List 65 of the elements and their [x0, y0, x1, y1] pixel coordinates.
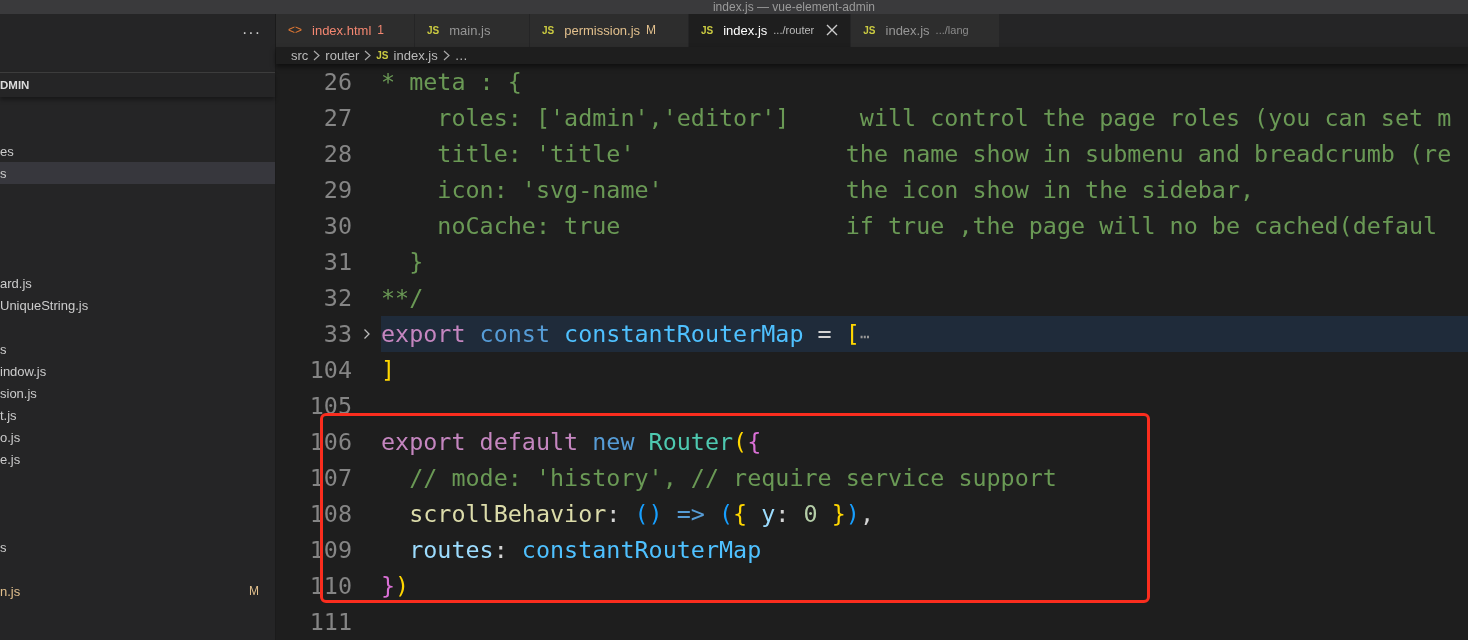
- chevron-right-icon: [442, 49, 450, 61]
- code-line: }): [381, 572, 410, 600]
- line-number: 29: [322, 176, 352, 204]
- more-actions-button[interactable]: ···: [242, 24, 261, 42]
- line-number: 105: [308, 392, 352, 420]
- code-line: // mode: 'history', // require service support: [408, 464, 1057, 492]
- js-file-icon: JS: [427, 24, 440, 36]
- git-status-label: M: [249, 584, 259, 598]
- line-number: 33: [322, 320, 352, 348]
- file-tree-item[interactable]: e.js: [0, 448, 275, 470]
- file-tree-item[interactable]: s: [0, 338, 275, 360]
- code-line: icon: 'svg-name' the icon show in the sidebar,: [436, 176, 1255, 204]
- line-number: 27: [322, 104, 352, 132]
- line-number: 30: [322, 212, 352, 240]
- code-line: }: [408, 248, 424, 276]
- window-title: index.js — vue-element-admin: [712, 1, 876, 14]
- code-line: scrollBehavior: () => ({ y: 0 }),: [408, 500, 874, 528]
- file-tree-item[interactable]: o.js: [0, 426, 275, 448]
- js-file-icon: JS: [863, 24, 876, 36]
- chevron-right-icon: [364, 49, 372, 61]
- editor-tab[interactable]: JS permission.js M: [530, 14, 689, 47]
- file-tree-item[interactable]: UniqueString.js: [0, 294, 275, 316]
- js-file-icon: JS: [701, 24, 714, 36]
- chevron-right-icon: [313, 49, 321, 61]
- code-line: * meta : {: [381, 68, 522, 96]
- line-number: 28: [322, 140, 352, 168]
- file-tree-item[interactable]: sion.js: [0, 382, 275, 404]
- close-icon[interactable]: [826, 24, 839, 37]
- chevron-right-icon[interactable]: [362, 328, 371, 340]
- explorer-section-header[interactable]: DMIN: [0, 72, 275, 97]
- file-tree-item[interactable]: ard.js: [0, 272, 275, 294]
- file-tree-item[interactable]: t.js: [0, 404, 275, 426]
- editor-tab[interactable]: JS main.js: [415, 14, 530, 47]
- git-status-label: M: [646, 23, 657, 38]
- code-line: export default new Router({: [381, 428, 762, 456]
- editor-tab[interactable]: JS index.js .../lang: [851, 14, 1001, 47]
- code-line: title: 'title' the name show in submenu and breadcrumb (re: [436, 140, 1452, 168]
- problem-count: 1: [377, 23, 384, 38]
- file-tree-item[interactable]: indow.js: [0, 360, 275, 382]
- breadcrumb-item[interactable]: router: [325, 47, 360, 63]
- file-tree-item[interactable]: es: [0, 140, 275, 162]
- js-file-icon: JS: [542, 24, 555, 36]
- breadcrumb-item[interactable]: …: [454, 47, 468, 63]
- breadcrumb-item[interactable]: index.js: [393, 47, 438, 63]
- line-number: 31: [322, 248, 352, 276]
- line-number: 32: [322, 284, 352, 312]
- code-line: **/: [381, 284, 424, 312]
- line-number: 26: [322, 68, 352, 96]
- js-file-icon: JS: [376, 49, 389, 61]
- line-number: 111: [308, 608, 352, 636]
- tab-description: .../router: [773, 24, 815, 37]
- file-tree-item[interactable]: s: [0, 536, 275, 558]
- code-line: routes: constantRouterMap: [408, 536, 762, 564]
- file-tree-item[interactable]: s: [0, 162, 275, 184]
- code-line: ]: [381, 356, 396, 384]
- code-line: roles: ['admin','editor'] will control the page roles (you can set m: [436, 104, 1452, 132]
- code-line: export const constantRouterMap = [⋯: [381, 320, 870, 348]
- line-number: 104: [308, 356, 352, 384]
- html-file-icon: <>: [288, 23, 302, 38]
- editor-tab[interactable]: JS index.js .../router: [689, 14, 852, 47]
- tab-description: .../lang: [935, 24, 969, 37]
- editor-tab[interactable]: <> index.html 1: [276, 14, 415, 47]
- file-tree-item[interactable]: n.js M: [0, 580, 275, 602]
- breadcrumb-item[interactable]: src: [291, 47, 309, 63]
- code-line: noCache: true if true ,the page will no be cached(defaul: [436, 212, 1438, 240]
